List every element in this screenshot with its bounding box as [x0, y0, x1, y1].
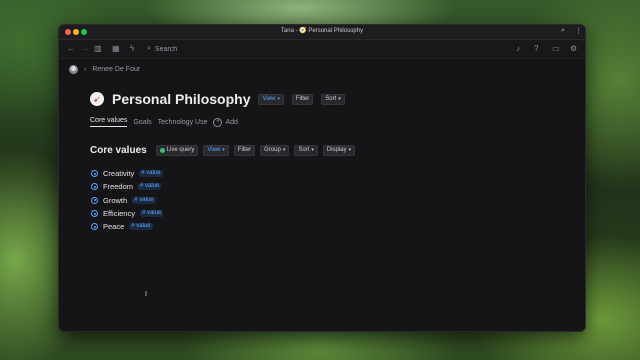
- more-icon[interactable]: ⋮: [575, 27, 582, 35]
- item-label[interactable]: Freedom: [103, 182, 133, 191]
- filter-button[interactable]: Filter: [291, 93, 314, 105]
- section-view-label: View: [207, 147, 221, 153]
- chevron-down-icon: ▾: [282, 147, 286, 153]
- list-item[interactable]: Peace # value: [91, 220, 163, 233]
- list-item[interactable]: Growth # value: [91, 194, 163, 207]
- breadcrumb: › Renee De Four: [69, 65, 140, 74]
- compass-icon: ➹: [90, 92, 104, 106]
- title-bar: Tana - 🧭 Personal Philosophy ⌕ ⋮: [59, 25, 585, 40]
- item-label[interactable]: Growth: [103, 196, 127, 205]
- sort-label: Sort: [325, 95, 337, 102]
- chevron-down-icon: ▾: [338, 95, 341, 102]
- list-item[interactable]: Freedom # value: [91, 180, 163, 193]
- section-group-button[interactable]: Group ▾: [260, 145, 290, 156]
- section-display-label: Display: [326, 147, 347, 153]
- section-filter-button[interactable]: Filter: [233, 145, 256, 156]
- list-item[interactable]: Creativity # value: [91, 167, 163, 180]
- tab-goals[interactable]: Goals: [133, 119, 151, 126]
- tab-technology-use[interactable]: Technology Use: [158, 119, 208, 126]
- section-header: Core values Live query View ▾ Filter Gro…: [90, 145, 356, 156]
- add-tab-button[interactable]: + Add: [213, 117, 238, 127]
- back-arrow-icon[interactable]: ←: [67, 44, 75, 54]
- section-sort-button[interactable]: Sort ▾: [294, 145, 318, 156]
- help-icon[interactable]: ?: [534, 44, 538, 54]
- live-query-label: Live query: [166, 147, 195, 153]
- tab-bar: Core values Goals Technology Use + Add: [90, 117, 238, 127]
- bullet-icon[interactable]: [91, 183, 98, 191]
- bullet-icon[interactable]: [91, 210, 98, 218]
- value-tag[interactable]: # value: [139, 170, 163, 178]
- add-tab-label: Add: [225, 118, 238, 126]
- values-list: Creativity # value Freedom # value Growt…: [91, 167, 164, 233]
- value-tag[interactable]: # value: [138, 183, 162, 191]
- search-field[interactable]: ⌕: [147, 43, 287, 55]
- item-label[interactable]: Peace: [103, 222, 124, 231]
- chevron-right-icon: ›: [84, 66, 87, 73]
- section-group-label: Group: [264, 147, 281, 153]
- section-title[interactable]: Core values: [90, 145, 147, 156]
- search-icon: ⌕: [147, 45, 151, 52]
- chevron-down-icon: ▾: [222, 147, 225, 153]
- bullet-icon[interactable]: [91, 223, 98, 231]
- zoom-icon[interactable]: ⌕: [561, 27, 565, 35]
- chevron-down-icon: ▾: [277, 95, 280, 102]
- sort-button[interactable]: Sort ▾: [321, 93, 345, 105]
- section-view-button[interactable]: View ▾: [203, 145, 229, 156]
- value-tag[interactable]: # value: [129, 223, 153, 231]
- value-tag[interactable]: # value: [139, 210, 164, 218]
- item-label[interactable]: Creativity: [103, 169, 134, 178]
- plus-icon: +: [213, 117, 223, 127]
- value-tag[interactable]: # value: [132, 196, 156, 204]
- keyboard-icon[interactable]: ▭: [552, 44, 560, 54]
- live-query-icon: [159, 148, 165, 153]
- calendar-icon[interactable]: ▦: [112, 44, 120, 54]
- chevron-down-icon: ▾: [348, 147, 352, 153]
- forward-arrow-icon[interactable]: →: [81, 44, 89, 54]
- settings-icon[interactable]: ⚙: [570, 44, 577, 54]
- search-input[interactable]: [154, 45, 265, 53]
- toolbar: ← → ▥ ▦ ϟ ⌕ ♪ ? ▭ ⚙: [59, 40, 585, 59]
- breadcrumb-user[interactable]: Renee De Four: [92, 66, 140, 73]
- window-title: Tana - 🧭 Personal Philosophy: [280, 28, 364, 34]
- section-display-button[interactable]: Display ▾: [322, 145, 356, 156]
- sidebar-icon[interactable]: ▥: [94, 44, 102, 54]
- section-sort-label: Sort: [298, 147, 310, 153]
- live-query-button[interactable]: Live query: [155, 145, 199, 156]
- page-header: ➹ Personal Philosophy View ▾ Filter Sort…: [90, 91, 345, 107]
- item-label[interactable]: Efficiency: [103, 209, 135, 218]
- tab-core-values[interactable]: Core values: [90, 117, 128, 127]
- lightning-icon[interactable]: ϟ: [130, 44, 134, 54]
- bell-icon[interactable]: ♪: [516, 44, 520, 54]
- view-button[interactable]: View ▾: [258, 93, 284, 105]
- avatar[interactable]: [69, 65, 78, 74]
- view-label: View: [262, 95, 276, 102]
- text-cursor-icon: I: [145, 291, 147, 298]
- app-window: Tana - 🧭 Personal Philosophy ⌕ ⋮ ← → ▥ ▦…: [58, 24, 586, 332]
- chevron-down-icon: ▾: [311, 147, 314, 153]
- list-item[interactable]: Efficiency # value: [91, 207, 164, 220]
- bullet-icon[interactable]: [91, 196, 98, 204]
- page-title[interactable]: Personal Philosophy: [112, 91, 250, 107]
- bullet-icon[interactable]: [91, 170, 98, 178]
